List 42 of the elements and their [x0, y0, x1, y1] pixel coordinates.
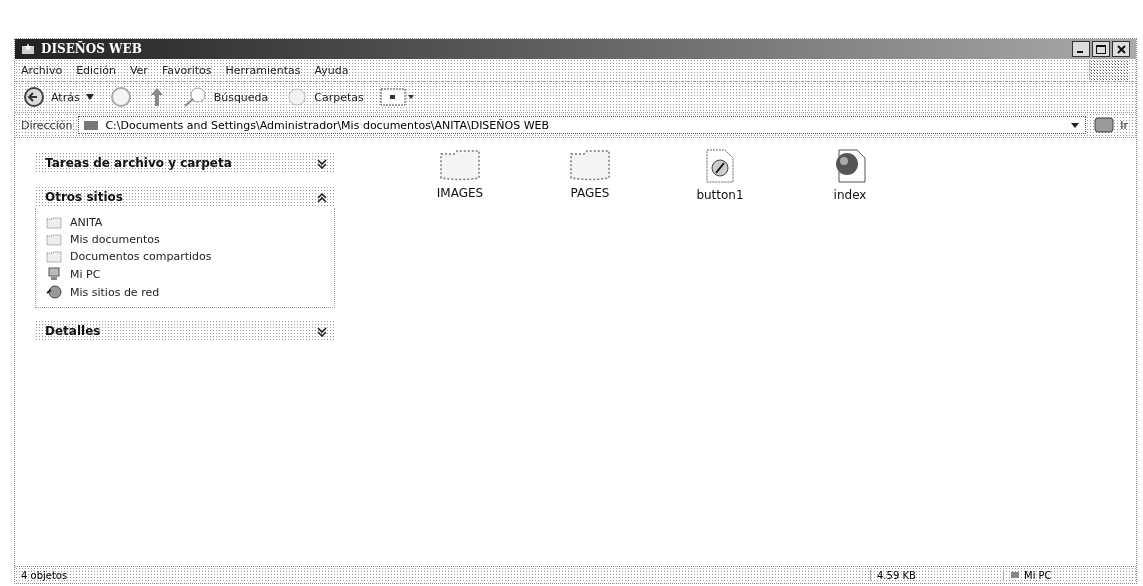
- go-button[interactable]: Ir: [1092, 117, 1130, 133]
- status-text: 4.59 KB: [870, 569, 1003, 581]
- views-icon[interactable]: [379, 87, 416, 107]
- address-field[interactable]: C:\Documents and Settings\Administrador\Mis documentos\ANITA\DISEÑOS WEB: [78, 116, 1087, 134]
- place-link[interactable]: Mis documentos: [46, 233, 324, 246]
- close-button[interactable]: [1112, 41, 1130, 57]
- close-icon: [1116, 44, 1126, 54]
- menu-item[interactable]: Herramientas: [225, 63, 301, 77]
- maximize-button[interactable]: [1092, 41, 1110, 57]
- menu-item[interactable]: Ver: [129, 63, 148, 77]
- task-panel-header[interactable]: Detalles: [35, 320, 335, 342]
- back-button[interactable]: Atrás: [21, 86, 96, 108]
- file-item[interactable]: PAGES: [545, 148, 635, 200]
- place-link[interactable]: ANITA: [46, 216, 324, 229]
- maximize-icon: [1096, 44, 1106, 54]
- collapse-icon[interactable]: [317, 192, 327, 203]
- menu-item[interactable]: Archivo: [21, 63, 63, 77]
- window-title: DISEÑOS WEB: [41, 42, 142, 56]
- file-item[interactable]: IMAGES: [415, 148, 505, 200]
- search-button[interactable]: Búsqueda: [179, 86, 271, 108]
- place-link[interactable]: Documentos compartidos: [46, 250, 324, 263]
- task-panel-header[interactable]: Tareas de archivo y carpeta: [35, 152, 335, 174]
- menu-item[interactable]: Favoritos: [161, 63, 212, 77]
- status-text: 4 objetos: [20, 569, 69, 581]
- minimize-button[interactable]: [1072, 41, 1090, 57]
- place-link[interactable]: Mis sitios de red: [46, 285, 324, 299]
- expand-icon[interactable]: [317, 158, 327, 169]
- status-text: Mi PC: [1003, 569, 1136, 581]
- dropdown-arrow-icon: [1069, 120, 1082, 130]
- file-item[interactable]: index: [805, 148, 895, 202]
- place-link[interactable]: Mi PC: [46, 267, 324, 281]
- address-label: Dirección: [21, 118, 73, 132]
- globe-icon: [46, 285, 62, 299]
- menu-item[interactable]: Edición: [76, 63, 116, 77]
- task-panel-header[interactable]: Otros sitios: [35, 186, 335, 208]
- folders-button[interactable]: Carpetas: [284, 86, 366, 108]
- web-page-icon: [833, 148, 867, 184]
- menu-item[interactable]: Ayuda: [314, 63, 349, 77]
- file-item[interactable]: button1: [675, 148, 765, 202]
- document-icon: [705, 148, 735, 184]
- expand-icon[interactable]: [317, 326, 327, 337]
- caret-icon: [85, 94, 94, 100]
